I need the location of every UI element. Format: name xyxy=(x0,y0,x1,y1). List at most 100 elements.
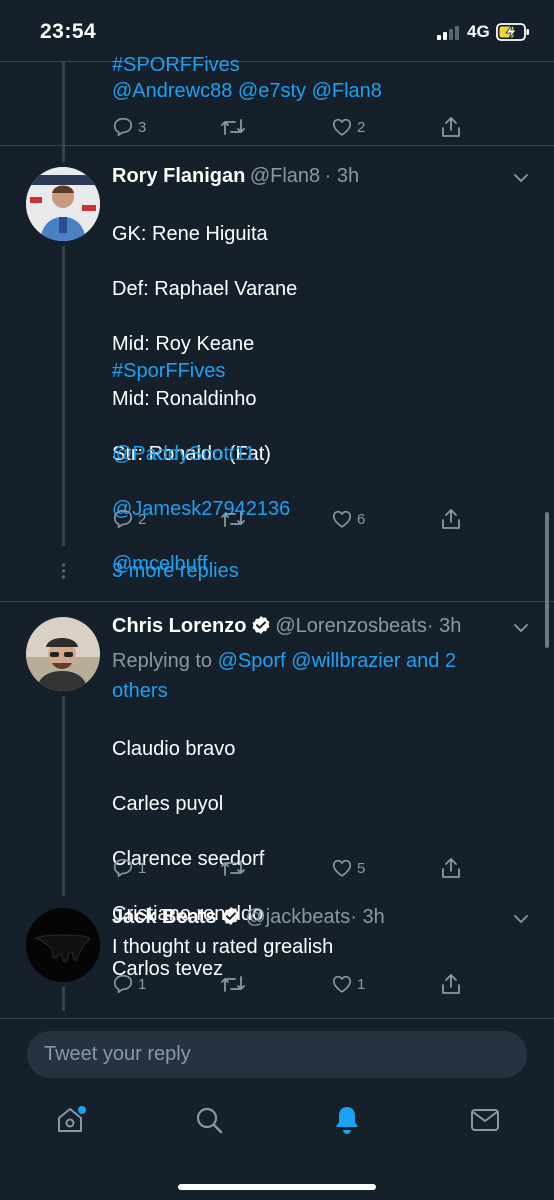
hashtag-link[interactable]: #SporFFives xyxy=(112,358,225,386)
tweet-time: · 3h xyxy=(426,615,462,637)
mention-link[interactable]: @PaddyScott11 xyxy=(112,441,290,469)
divider xyxy=(0,61,554,62)
more-dots-icon xyxy=(61,563,66,584)
battery-charging-icon xyxy=(496,23,530,46)
author-name[interactable]: Chris Lorenzo xyxy=(112,615,246,637)
retweet-icon xyxy=(220,973,246,995)
chevron-down-icon[interactable] xyxy=(511,909,531,934)
tweet-header: Chris Lorenzo @Lorenzosbeats· 3h xyxy=(112,615,461,640)
avatar[interactable] xyxy=(26,167,100,241)
like-count: 2 xyxy=(357,118,366,136)
reply-icon xyxy=(112,857,134,879)
reply-button[interactable]: 3 xyxy=(112,116,146,138)
like-count: 1 xyxy=(357,975,366,993)
heart-icon xyxy=(331,508,353,530)
divider xyxy=(0,601,554,602)
retweet-icon xyxy=(220,857,246,879)
retweet-button[interactable] xyxy=(220,116,246,138)
tweet-time: · 3h xyxy=(324,165,360,187)
reply-icon xyxy=(112,508,134,530)
verified-badge-icon xyxy=(251,615,271,640)
avatar[interactable] xyxy=(26,908,100,982)
tab-notifications[interactable] xyxy=(325,1100,369,1144)
like-button[interactable]: 6 xyxy=(331,508,365,530)
author-handle[interactable]: @Flan8 xyxy=(250,165,320,187)
reply-button[interactable]: 2 xyxy=(112,508,146,530)
like-count: 6 xyxy=(357,510,366,528)
retweet-icon xyxy=(220,116,246,138)
tweet-text: I thought u rated grealish xyxy=(112,936,334,958)
divider xyxy=(0,145,554,146)
share-button[interactable] xyxy=(440,115,462,139)
divider xyxy=(0,1018,554,1019)
like-button[interactable]: 1 xyxy=(331,973,365,995)
replying-to: Replying to @Sporf @willbrazier and 2 xyxy=(112,646,456,676)
like-button[interactable]: 5 xyxy=(331,857,365,879)
tweet-line: Def: Raphael Varane xyxy=(112,277,298,300)
tab-messages[interactable] xyxy=(463,1100,507,1144)
tweet-line: Mid: Ronaldinho xyxy=(112,388,257,411)
like-count: 5 xyxy=(357,859,366,877)
reply-icon xyxy=(112,116,134,138)
tweet-line: Claudio bravo xyxy=(112,737,236,760)
signal-icon xyxy=(437,26,463,45)
tweet-line: GK: Rene Higuita xyxy=(112,222,268,245)
tweet-header: Rory Flanigan @Flan8 · 3h xyxy=(112,165,359,188)
scrollbar[interactable] xyxy=(545,512,549,648)
share-icon xyxy=(440,115,462,139)
chevron-down-icon[interactable] xyxy=(511,168,531,193)
verified-badge-icon xyxy=(221,906,241,931)
tweet-time: · 3h xyxy=(350,906,385,928)
reply-count: 1 xyxy=(138,859,147,877)
replying-to-others[interactable]: others xyxy=(112,676,168,706)
heart-icon xyxy=(331,973,353,995)
like-button[interactable]: 2 xyxy=(331,116,365,138)
tab-search[interactable] xyxy=(187,1100,231,1144)
home-icon xyxy=(54,1104,86,1141)
retweet-button[interactable] xyxy=(220,508,246,530)
share-icon xyxy=(440,972,462,996)
heart-icon xyxy=(331,116,353,138)
heart-icon xyxy=(331,857,353,879)
mentions-link[interactable]: @Andrewc88 @e7sty @Flan8 xyxy=(112,78,382,106)
share-icon xyxy=(440,856,462,880)
tweet-header: Jack Beats @jackbeats· 3h xyxy=(112,906,385,931)
thread-line xyxy=(62,696,65,896)
author-handle[interactable]: @jackbeats xyxy=(245,906,350,928)
retweet-button[interactable] xyxy=(220,857,246,879)
thread-line xyxy=(62,62,65,162)
author-handle[interactable]: @Lorenzosbeats xyxy=(275,615,427,637)
home-indicator xyxy=(178,1184,376,1190)
tab-home[interactable] xyxy=(48,1100,92,1144)
share-icon xyxy=(440,507,462,531)
status-bar: 23:54 4G xyxy=(0,0,554,62)
bell-icon xyxy=(332,1104,362,1141)
author-name[interactable]: Jack Beats xyxy=(112,906,217,928)
reply-input-placeholder: Tweet your reply xyxy=(44,1043,191,1065)
reply-count: 2 xyxy=(138,510,147,528)
hashtag-link[interactable]: #SPORFFives xyxy=(112,52,240,80)
thread-line xyxy=(62,987,65,1011)
share-button[interactable] xyxy=(440,972,462,996)
replying-to-users[interactable]: @Sporf @willbrazier and 2 xyxy=(218,650,456,672)
avatar[interactable] xyxy=(26,617,100,691)
status-time: 23:54 xyxy=(40,20,97,43)
author-name[interactable]: Rory Flanigan xyxy=(112,165,245,187)
reply-button[interactable]: 1 xyxy=(112,857,146,879)
more-replies-link[interactable]: 3 more replies xyxy=(112,560,239,583)
reply-icon xyxy=(112,973,134,995)
retweet-icon xyxy=(220,508,246,530)
reply-count: 1 xyxy=(138,975,147,993)
search-icon xyxy=(194,1105,224,1140)
replying-to-label: Replying to xyxy=(112,650,213,672)
network-type: 4G xyxy=(467,22,490,41)
reply-button[interactable]: 1 xyxy=(112,973,146,995)
reply-input[interactable]: Tweet your reply xyxy=(27,1031,527,1078)
chevron-down-icon[interactable] xyxy=(511,618,531,643)
share-button[interactable] xyxy=(440,507,462,531)
tweet-line: Carles puyol xyxy=(112,792,224,815)
retweet-button[interactable] xyxy=(220,973,246,995)
tweet-line: Mid: Roy Keane xyxy=(112,332,255,355)
share-button[interactable] xyxy=(440,856,462,880)
mail-icon xyxy=(470,1107,500,1138)
